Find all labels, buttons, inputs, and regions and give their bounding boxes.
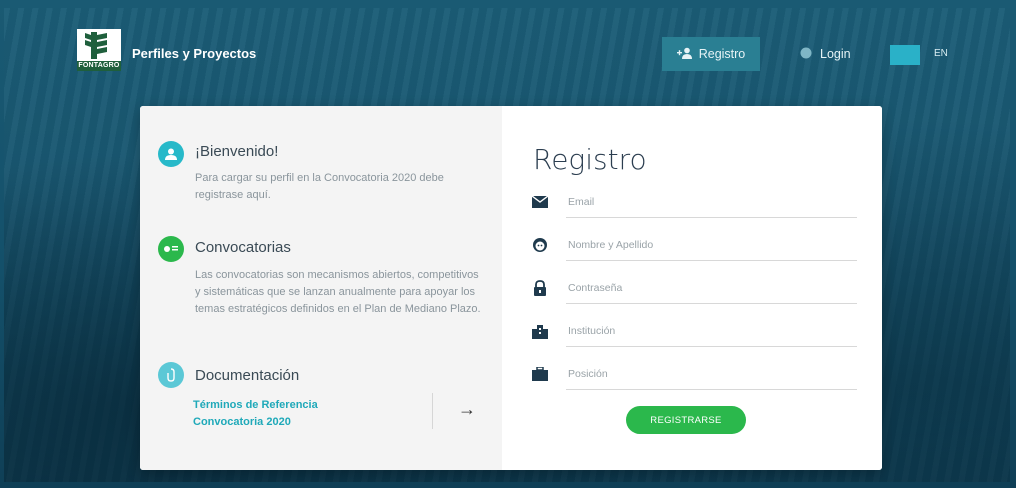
building-icon <box>532 323 548 339</box>
field-underline <box>566 217 857 218</box>
institution-field[interactable] <box>532 317 857 347</box>
background: FONTAGRO Perfiles y Proyectos Registro L… <box>4 8 1010 482</box>
add-user-icon <box>676 47 693 62</box>
envelope-icon <box>532 194 548 210</box>
convocatorias-title: Convocatorias <box>195 239 291 256</box>
arrow-right-icon[interactable]: → <box>458 399 476 420</box>
nav-registro-button[interactable]: Registro <box>662 37 760 71</box>
field-underline <box>566 303 857 304</box>
email-field[interactable] <box>532 188 857 218</box>
form-panel: Registro Email Nombre y Apellido Institu… <box>502 106 882 470</box>
logo-wordmark: FONTAGRO <box>77 61 121 71</box>
convocatorias-text: Las convocatorias son mecanismos abierto… <box>195 269 481 315</box>
name-field[interactable] <box>532 231 857 261</box>
language-label[interactable]: EN <box>934 48 948 59</box>
brand-title[interactable]: Perfiles y Proyectos <box>132 46 256 61</box>
divider <box>432 393 433 429</box>
welcome-text: Para cargar su perfil en la Convocatoria… <box>195 172 444 201</box>
position-input[interactable] <box>566 360 850 388</box>
field-underline <box>566 389 857 390</box>
documentacion-title: Documentación <box>195 367 300 384</box>
password-input[interactable] <box>566 274 850 302</box>
logo-mark <box>77 29 121 61</box>
position-field[interactable] <box>532 360 857 390</box>
language-toggle[interactable] <box>890 45 920 65</box>
info-panel: ¡Bienvenido! Para cargar su perfil en la… <box>140 106 502 470</box>
registration-card: ¡Bienvenido! Para cargar su perfil en la… <box>140 106 882 470</box>
form-title: Registro <box>533 143 647 176</box>
attachment-icon <box>158 362 184 388</box>
field-underline <box>566 346 857 347</box>
field-underline <box>566 260 857 261</box>
nav-registro-label: Registro <box>698 47 746 61</box>
terminos-link[interactable]: Términos de Referencia Convocatoria 2020 <box>193 397 318 431</box>
terminos-link-line1: Términos de Referencia <box>193 399 318 411</box>
email-input[interactable] <box>566 188 850 216</box>
user-icon <box>158 141 184 167</box>
face-icon <box>532 237 548 253</box>
id-card-icon <box>158 236 184 262</box>
name-input[interactable] <box>566 231 850 259</box>
briefcase-icon <box>532 366 548 382</box>
welcome-title: ¡Bienvenido! <box>195 143 279 160</box>
lock-icon <box>532 280 548 296</box>
nav-login-label: Login <box>820 47 851 61</box>
nav-login-button[interactable]: Login <box>800 37 851 71</box>
terminos-link-line2: Convocatoria 2020 <box>193 416 291 428</box>
fontagro-logo[interactable]: FONTAGRO <box>77 29 121 71</box>
password-field[interactable] <box>532 274 857 304</box>
globe-icon <box>800 47 812 62</box>
registrarse-button[interactable]: REGISTRARSE <box>626 406 746 434</box>
institution-input[interactable] <box>566 317 850 345</box>
